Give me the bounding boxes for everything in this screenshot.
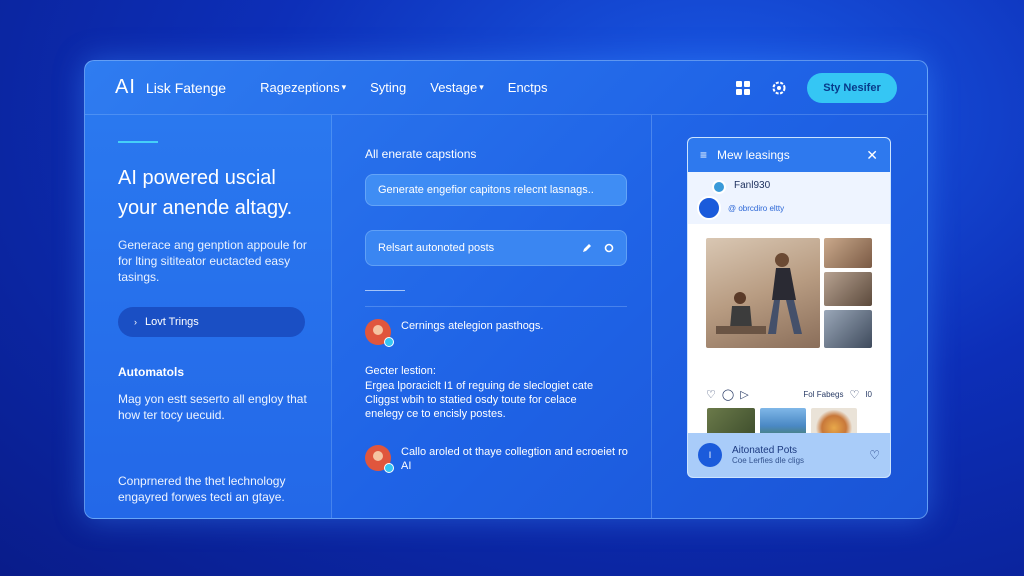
nav-item-vestage[interactable]: Vestage ▾ bbox=[430, 80, 484, 95]
avatar bbox=[697, 196, 721, 220]
comment-icon[interactable]: ◯ bbox=[722, 388, 734, 401]
caption-text: Cernings atelegion pasthogs. bbox=[401, 320, 544, 332]
photo-thumb bbox=[824, 272, 872, 306]
app-window: AI Lisk Fatenge Ragezeptions ▾ Syting Ve… bbox=[84, 60, 928, 519]
chevron-right-icon: › bbox=[134, 317, 137, 327]
panel-header: ≡ Mew leasings ✕ bbox=[688, 138, 890, 172]
heart-icon[interactable]: ♡ bbox=[869, 448, 880, 462]
circle-icon[interactable] bbox=[602, 241, 616, 255]
block-title: Gecter lestion: bbox=[365, 365, 436, 377]
avatar bbox=[712, 180, 726, 194]
like-count: Fol Fabegs bbox=[803, 389, 844, 399]
divider bbox=[365, 290, 405, 291]
footer-title: Aitonated Pots bbox=[732, 445, 798, 456]
nav-item-label: Syting bbox=[370, 80, 407, 95]
photo-collage[interactable] bbox=[688, 224, 890, 384]
panel-footer[interactable]: I Aitonated Pots Coe Lerfies dle cligs ♡ bbox=[688, 433, 890, 477]
captions-label: All enerate capstions bbox=[365, 147, 477, 161]
nav-item-enctps[interactable]: Enctps bbox=[508, 80, 548, 95]
nav-item-label: Enctps bbox=[507, 80, 548, 95]
count-right: I0 bbox=[865, 389, 872, 399]
block-text: Ergea lporaciclt I1 of reguing de sleclo… bbox=[365, 380, 594, 420]
repost-label: Relsart autonoted posts bbox=[378, 242, 495, 254]
caption-item[interactable]: Callo aroled ot thaye collegtion and ecr… bbox=[365, 445, 651, 473]
grid-icon[interactable] bbox=[735, 80, 751, 96]
middle-column: All enerate capstions Generate engefior … bbox=[332, 115, 652, 518]
accent-divider bbox=[118, 141, 158, 143]
avatar bbox=[365, 319, 394, 347]
photo-thumb bbox=[824, 238, 872, 268]
app-logo: AI bbox=[115, 76, 136, 98]
settings-icon[interactable] bbox=[771, 80, 787, 96]
nav-item-syting[interactable]: Syting bbox=[370, 80, 406, 95]
caption-text: Callo aroled ot thaye collegtion and ecr… bbox=[401, 446, 628, 472]
caption-item[interactable]: Cernings atelegion pasthogs. bbox=[365, 319, 651, 347]
hero-heading: AI powered uscial your anende altagy. bbox=[118, 167, 293, 219]
avatar: I bbox=[698, 443, 722, 467]
left-column: AI powered uscial your anende altagy. Ge… bbox=[85, 115, 332, 518]
cta-button[interactable]: Sty Nesifer bbox=[807, 72, 897, 103]
user-handle: @ obrcdiro eltty bbox=[728, 204, 785, 213]
post-actions: ♡ ◯ ▷ Fol Fabegs ♡ I0 bbox=[688, 386, 890, 402]
hero-subtitle: Generace ang genption appoule for for lt… bbox=[118, 238, 307, 284]
nav-item-ragezeptions[interactable]: Ragezeptions ▾ bbox=[260, 80, 346, 95]
section-title: Automatols bbox=[118, 365, 184, 379]
section-text: Mag yon estt seserto all engloy that how… bbox=[118, 392, 307, 422]
chevron-down-icon: ▾ bbox=[341, 82, 347, 92]
panel-title: Mew leasings bbox=[717, 148, 790, 162]
divider bbox=[365, 306, 627, 307]
nav-item-label: Ragezeptions bbox=[260, 80, 340, 95]
chevron-down-icon: ▾ bbox=[479, 82, 484, 92]
menu-icon[interactable]: ≡ bbox=[700, 148, 707, 162]
posts-panel: ≡ Mew leasings ✕ Fanl930 @ obrcdiro eltt… bbox=[687, 137, 891, 478]
app-name: Lisk Fatenge bbox=[145, 79, 227, 96]
main-photo bbox=[706, 238, 820, 348]
repost-field[interactable]: Relsart autonoted posts bbox=[365, 230, 627, 266]
button-label: Lovt Trings bbox=[145, 316, 199, 328]
photo-thumb bbox=[824, 310, 872, 348]
lovt-trings-button[interactable]: › Lovt Trings bbox=[118, 307, 305, 337]
close-icon[interactable]: ✕ bbox=[866, 147, 878, 164]
heart-icon[interactable]: ♡ bbox=[706, 388, 716, 401]
share-icon[interactable]: ▷ bbox=[740, 388, 748, 401]
user-name: Fanl930 bbox=[734, 180, 771, 191]
post-author: Fanl930 @ obrcdiro eltty bbox=[688, 172, 890, 224]
generate-captions-input[interactable]: Generate engefior capitons relecnt lasna… bbox=[365, 174, 627, 206]
heart-icon[interactable]: ♡ bbox=[849, 388, 859, 401]
footer-subtitle: Coe Lerfies dle cligs bbox=[732, 456, 805, 465]
nav-item-label: Vestage bbox=[430, 80, 478, 95]
bottom-text: Conprnered the thet lechnology engayred … bbox=[118, 474, 286, 504]
pencil-icon[interactable] bbox=[580, 241, 594, 255]
avatar bbox=[365, 445, 394, 473]
top-navbar: AI Lisk Fatenge Ragezeptions ▾ Syting Ve… bbox=[85, 61, 927, 115]
